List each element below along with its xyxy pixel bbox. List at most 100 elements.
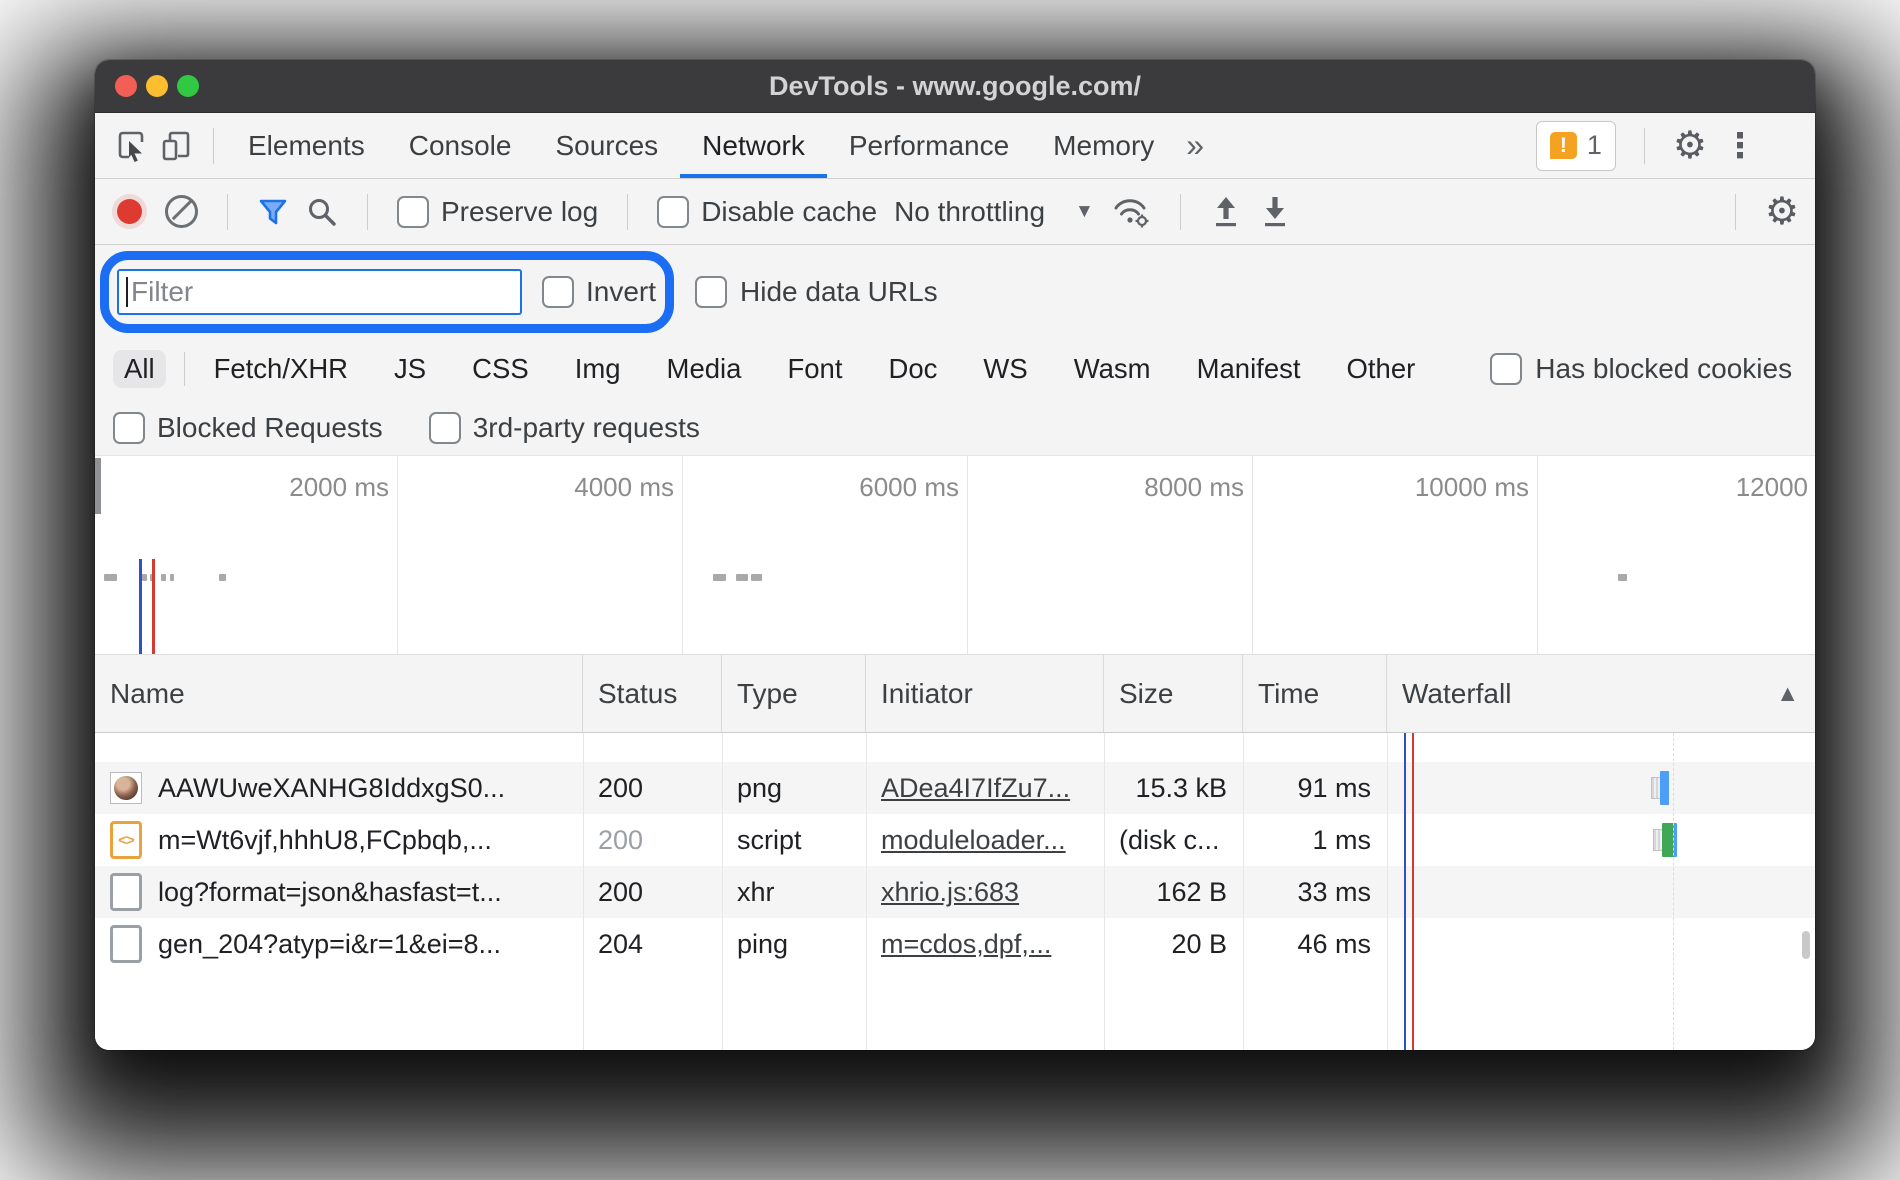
column-header-name[interactable]: Name bbox=[95, 655, 583, 732]
divider bbox=[213, 128, 214, 164]
initiator-link[interactable]: xhrio.js:683 bbox=[881, 877, 1019, 908]
table-row[interactable]: log?format=json&hasfast=t... 200 xhr xhr… bbox=[95, 866, 1815, 918]
settings-gear-icon[interactable]: ⚙ bbox=[1673, 127, 1707, 165]
inspect-element-icon[interactable] bbox=[109, 123, 155, 169]
record-network-log-button[interactable] bbox=[117, 199, 142, 224]
tab-performance[interactable]: Performance bbox=[827, 113, 1031, 178]
divider bbox=[1644, 128, 1645, 164]
overview-request-mark bbox=[104, 574, 117, 581]
overview-gridline bbox=[1252, 456, 1253, 654]
requests-table-body: AAWUweXANHG8IddxgS0... 200 png ADea4I7If… bbox=[95, 733, 1815, 1050]
throttling-value: No throttling bbox=[894, 196, 1045, 228]
waterfall-gridline bbox=[1673, 733, 1674, 1050]
column-header-size[interactable]: Size bbox=[1104, 655, 1243, 732]
overview-tick-label: 8000 ms bbox=[1144, 472, 1244, 503]
preserve-log-checkbox[interactable] bbox=[397, 196, 429, 228]
clear-network-log-icon[interactable] bbox=[165, 195, 198, 228]
request-size: 15.3 kB bbox=[1104, 762, 1243, 814]
filter-chip-media[interactable]: Media bbox=[656, 350, 753, 388]
tab-sources[interactable]: Sources bbox=[533, 113, 680, 178]
filter-funnel-icon[interactable] bbox=[257, 197, 289, 227]
kebab-menu-icon[interactable]: ⋮ bbox=[1723, 126, 1757, 166]
request-status: 200 bbox=[583, 866, 722, 918]
filter-chip-js[interactable]: JS bbox=[383, 350, 437, 388]
request-name: AAWUweXANHG8IddxgS0... bbox=[158, 773, 505, 804]
overview-request-mark bbox=[736, 574, 748, 581]
filter-chip-wasm[interactable]: Wasm bbox=[1063, 350, 1162, 388]
load-event-line bbox=[1412, 733, 1414, 1050]
import-har-icon[interactable] bbox=[1210, 194, 1242, 230]
filter-chip-manifest[interactable]: Manifest bbox=[1186, 350, 1312, 388]
column-header-type[interactable]: Type bbox=[722, 655, 866, 732]
throttling-select[interactable]: No throttling ▼ bbox=[894, 196, 1094, 228]
initiator-link[interactable]: moduleloader... bbox=[881, 825, 1066, 856]
divider bbox=[1180, 194, 1181, 230]
column-divider bbox=[583, 733, 584, 1050]
filter-chip-other[interactable]: Other bbox=[1336, 350, 1427, 388]
overview-request-mark bbox=[219, 574, 226, 581]
column-header-waterfall[interactable]: Waterfall▲ bbox=[1387, 655, 1815, 732]
column-divider bbox=[866, 733, 867, 1050]
search-icon[interactable] bbox=[306, 196, 338, 228]
tab-network[interactable]: Network bbox=[680, 113, 827, 178]
hide-data-urls-label: Hide data URLs bbox=[740, 276, 938, 308]
overview-request-mark bbox=[161, 574, 166, 581]
network-conditions-icon[interactable] bbox=[1111, 195, 1151, 229]
tabbar-right-cluster: ! 1 ⚙ ⋮ bbox=[1536, 121, 1815, 171]
column-header-time[interactable]: Time bbox=[1243, 655, 1387, 732]
request-name: gen_204?atyp=i&r=1&ei=8... bbox=[158, 929, 501, 960]
column-divider bbox=[1387, 733, 1388, 1050]
more-panels-chevron-icon[interactable]: » bbox=[1186, 127, 1204, 164]
issue-count: 1 bbox=[1587, 130, 1602, 161]
request-name: log?format=json&hasfast=t... bbox=[158, 877, 502, 908]
window-title: DevTools - www.google.com/ bbox=[95, 71, 1815, 102]
hide-data-urls-checkbox[interactable] bbox=[695, 276, 727, 308]
invert-filter-label: Invert bbox=[586, 276, 656, 308]
issues-button[interactable]: ! 1 bbox=[1536, 121, 1616, 171]
disable-cache-checkbox[interactable] bbox=[657, 196, 689, 228]
table-row[interactable]: gen_204?atyp=i&r=1&ei=8... 204 ping m=cd… bbox=[95, 918, 1815, 970]
file-icon bbox=[110, 873, 142, 911]
filter-chip-img[interactable]: Img bbox=[564, 350, 632, 388]
export-har-icon[interactable] bbox=[1259, 194, 1291, 230]
preserve-log-label: Preserve log bbox=[441, 196, 598, 228]
table-row[interactable]: m=Wt6vjf,hhhU8,FCpbqb,... 200 script mod… bbox=[95, 814, 1815, 866]
third-party-requests-checkbox[interactable] bbox=[429, 412, 461, 444]
dcl-event-line bbox=[1404, 733, 1406, 1050]
initiator-link[interactable]: ADea4I7IfZu7... bbox=[881, 773, 1070, 804]
request-type: ping bbox=[722, 918, 866, 970]
requests-table-header: NameStatusTypeInitiatorSizeTimeWaterfall… bbox=[95, 655, 1815, 733]
table-row[interactable]: AAWUweXANHG8IddxgS0... 200 png ADea4I7If… bbox=[95, 762, 1815, 814]
request-status: 200 bbox=[583, 762, 722, 814]
filter-input[interactable] bbox=[117, 269, 522, 315]
tab-memory[interactable]: Memory bbox=[1031, 113, 1176, 178]
filter-chip-all[interactable]: All bbox=[113, 350, 166, 388]
has-blocked-cookies-checkbox[interactable] bbox=[1490, 353, 1522, 385]
request-status: 204 bbox=[583, 918, 722, 970]
waterfall-scrollbar-thumb[interactable] bbox=[1802, 931, 1810, 959]
tab-console[interactable]: Console bbox=[387, 113, 534, 178]
request-name: m=Wt6vjf,hhhU8,FCpbqb,... bbox=[158, 825, 492, 856]
load-event-line bbox=[152, 559, 155, 654]
resource-type-filter-row: All Fetch/XHR JS CSS Img Media Font Doc WS Wasm Ma… bbox=[95, 338, 1815, 400]
divider bbox=[1735, 194, 1736, 230]
invert-filter-checkbox[interactable] bbox=[542, 276, 574, 308]
blocked-requests-checkbox[interactable] bbox=[113, 412, 145, 444]
network-settings-gear-icon[interactable]: ⚙ bbox=[1765, 193, 1799, 231]
has-blocked-cookies-label: Has blocked cookies bbox=[1535, 353, 1792, 385]
tab-elements[interactable]: Elements bbox=[226, 113, 387, 178]
device-toolbar-icon[interactable] bbox=[155, 123, 201, 169]
filter-chip-doc[interactable]: Doc bbox=[877, 350, 948, 388]
filter-chip-css[interactable]: CSS bbox=[461, 350, 540, 388]
column-header-initiator[interactable]: Initiator bbox=[866, 655, 1104, 732]
overview-gridline bbox=[1537, 456, 1538, 654]
overview-gridline bbox=[397, 456, 398, 654]
network-overview-timeline[interactable]: 2000 ms4000 ms6000 ms8000 ms10000 ms1200… bbox=[95, 455, 1815, 655]
overview-tick-label: 6000 ms bbox=[859, 472, 959, 503]
filter-chip-fetch-xhr[interactable]: Fetch/XHR bbox=[203, 350, 359, 388]
filter-chip-ws[interactable]: WS bbox=[972, 350, 1038, 388]
filter-chip-font[interactable]: Font bbox=[776, 350, 853, 388]
disable-cache-label: Disable cache bbox=[701, 196, 877, 228]
initiator-link[interactable]: m=cdos,dpf,... bbox=[881, 929, 1051, 960]
column-header-status[interactable]: Status bbox=[583, 655, 722, 732]
